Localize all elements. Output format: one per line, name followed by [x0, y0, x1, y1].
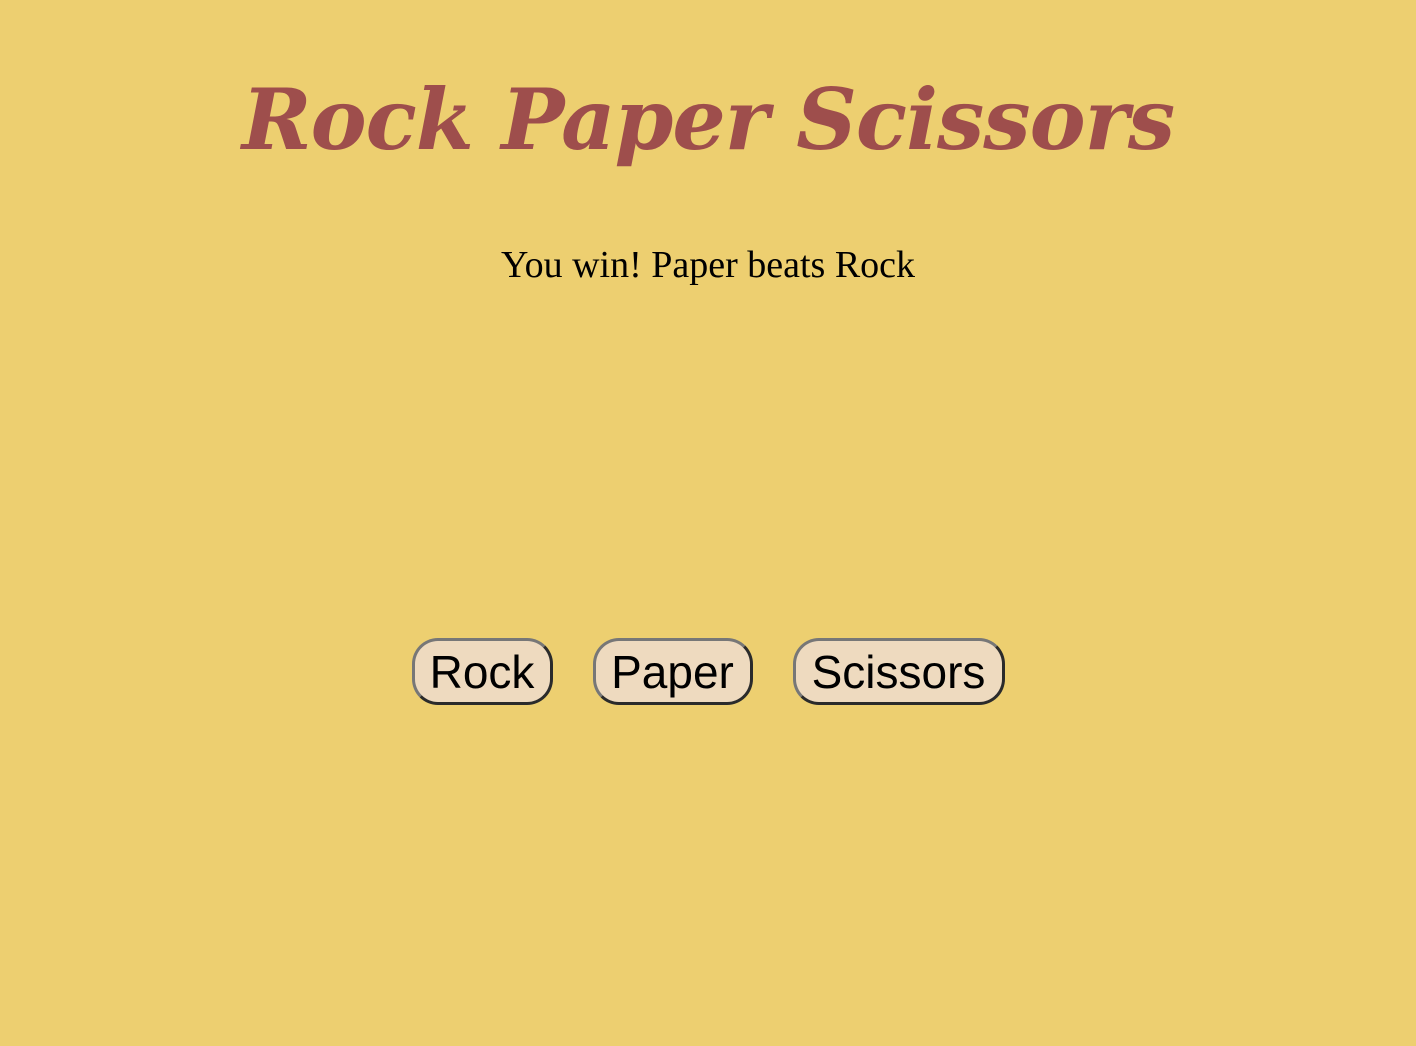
round-result-text: You win! Paper beats Rock: [500, 244, 916, 286]
game-page: Rock Paper Scissors You win! Paper beats…: [0, 0, 1416, 1046]
scissors-button[interactable]: Scissors: [792, 638, 1005, 705]
game-title: Rock Paper Scissors: [241, 70, 1175, 169]
choice-buttons: Rock Paper Scissors: [0, 638, 1416, 705]
rock-button[interactable]: Rock: [411, 638, 553, 705]
paper-button[interactable]: Paper: [592, 638, 753, 705]
